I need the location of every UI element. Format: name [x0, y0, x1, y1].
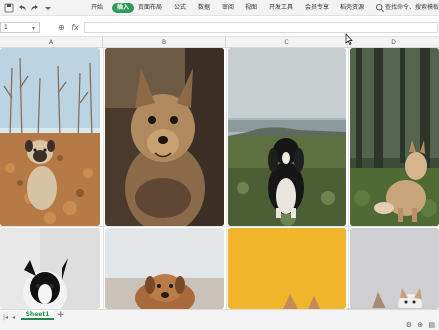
mouse-cursor-icon: [345, 33, 353, 45]
column-divider: [226, 48, 227, 309]
formula-bar: 1 ▾ ⊕ fx: [0, 16, 439, 37]
menu-tab-insert[interactable]: 插入: [112, 3, 135, 13]
prev-sheet-icon[interactable]: ◂: [12, 314, 15, 321]
formula-input[interactable]: [84, 22, 438, 33]
undo-icon[interactable]: [17, 3, 27, 13]
dropdown-icon[interactable]: [43, 3, 53, 13]
name-box[interactable]: 1 ▾: [0, 22, 40, 33]
column-divider: [348, 48, 349, 309]
menu-tab-developer[interactable]: 开发工具: [269, 3, 293, 13]
menu-tab-review[interactable]: 审阅: [222, 3, 234, 13]
column-divider: [103, 48, 104, 309]
photo-forest-dog[interactable]: [350, 48, 439, 226]
photo-grey-dog[interactable]: [350, 228, 439, 309]
column-header-d[interactable]: D: [348, 37, 439, 48]
column-header-a[interactable]: A: [0, 37, 103, 48]
save-icon[interactable]: [4, 3, 14, 13]
menu-tab-member[interactable]: 会员专享: [305, 3, 329, 13]
formula-tools: ⊕ fx: [58, 22, 79, 33]
photo-pug[interactable]: [0, 48, 100, 226]
add-sheet-icon[interactable]: +: [57, 310, 65, 320]
search-icon[interactable]: [375, 3, 385, 13]
column-header-b[interactable]: B: [103, 37, 226, 48]
command-search-input[interactable]: 查找命令、搜索模板: [385, 3, 439, 13]
row-divider: [0, 226, 439, 227]
menu-tab-page-layout[interactable]: 页面布局: [138, 3, 162, 13]
photo-brown-dog[interactable]: [105, 228, 224, 309]
menu-tab-home[interactable]: 开始: [91, 3, 103, 13]
column-header-c[interactable]: C: [226, 37, 348, 48]
page-layout-icon[interactable]: ▤: [428, 321, 435, 329]
photo-black-white-dog[interactable]: [0, 228, 100, 309]
menu-tab-view[interactable]: 视图: [245, 3, 257, 13]
sheet-grid[interactable]: [0, 48, 439, 309]
view-mode-icon[interactable]: ⊕: [417, 321, 423, 329]
photo-yellow-dog[interactable]: [228, 228, 346, 309]
photo-spaniel[interactable]: [228, 48, 346, 226]
menu-tab-data[interactable]: 数据: [198, 3, 210, 13]
cell-reference: 1: [4, 24, 8, 31]
photo-yorkie[interactable]: [105, 48, 224, 226]
accessibility-icon[interactable]: ⚙: [406, 321, 412, 329]
column-headers: A B C D: [0, 37, 439, 48]
redo-icon[interactable]: [30, 3, 40, 13]
chevron-down-icon[interactable]: ▾: [32, 24, 35, 33]
first-sheet-icon[interactable]: |◂: [3, 314, 8, 321]
sheet-tab-bar: |◂ ◂ Sheet1 + ⚙ ⊕ ▤: [0, 309, 439, 330]
menu-tab-docer[interactable]: 稻壳资源: [340, 3, 364, 13]
sheet-tab-sheet1[interactable]: Sheet1: [21, 310, 54, 320]
ribbon-menu-bar: 开始 插入 页面布局 公式 数据 审阅 视图 开发工具 会员专享 稻壳资源 查找…: [0, 0, 439, 16]
status-bar-icons: ⚙ ⊕ ▤: [406, 320, 435, 330]
zoom-icon[interactable]: ⊕: [58, 23, 65, 32]
menu-tab-formulas[interactable]: 公式: [174, 3, 186, 13]
function-icon[interactable]: fx: [71, 23, 79, 32]
